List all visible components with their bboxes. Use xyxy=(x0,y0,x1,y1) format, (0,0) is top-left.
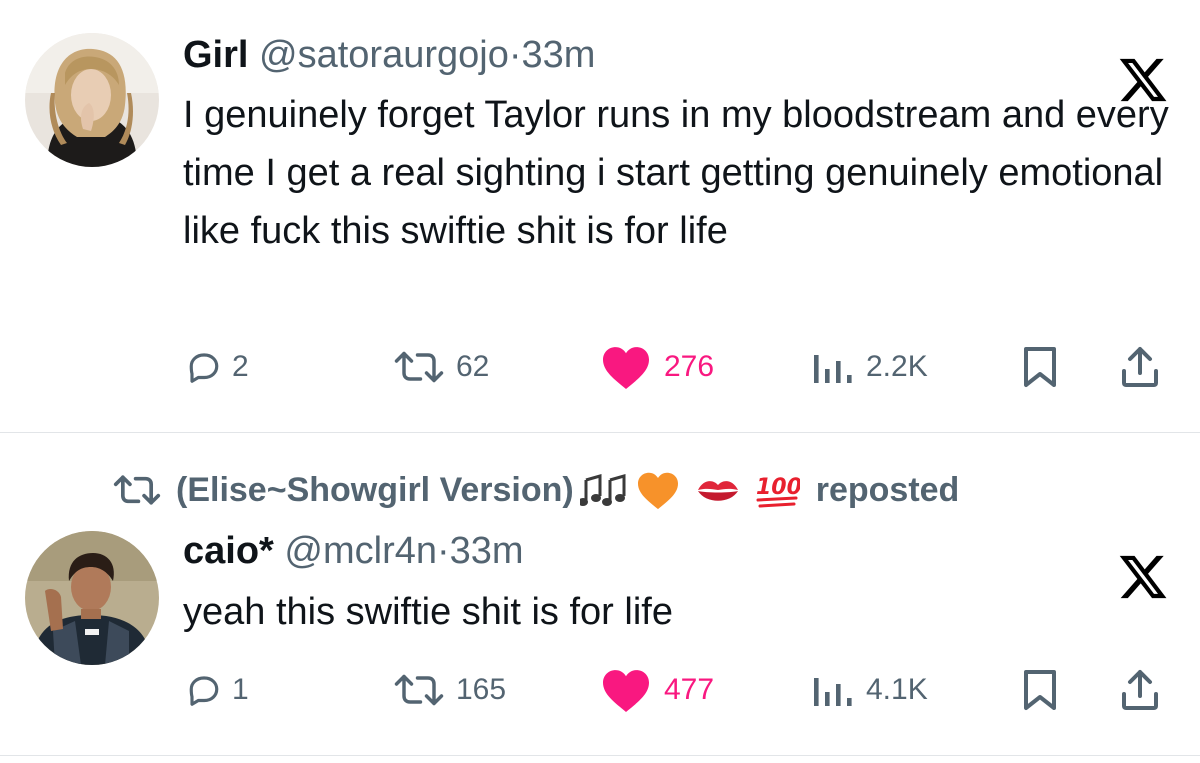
display-name[interactable]: caio* xyxy=(183,530,274,572)
reply-button[interactable]: 1 xyxy=(186,665,249,715)
bookmark-button[interactable] xyxy=(1020,342,1060,392)
views-count: 4.1K xyxy=(866,673,928,706)
repost-count: 165 xyxy=(456,673,507,706)
repost-context: (Elise~Showgirl Version) 100 reposted xyxy=(110,465,959,515)
share-icon xyxy=(1122,347,1158,387)
reply-count: 1 xyxy=(232,673,249,706)
tweet-text: yeah this swiftie shit is for life xyxy=(183,591,673,633)
reply-button[interactable]: 2 xyxy=(186,342,249,392)
heart-icon xyxy=(603,347,649,389)
share-icon xyxy=(1122,670,1158,710)
timestamp[interactable]: 33m xyxy=(450,530,524,572)
tweet[interactable]: Girl @satoraurgojo·33m I genuinely forge… xyxy=(0,0,1200,432)
bookmark-icon xyxy=(1024,347,1056,387)
action-bar: 2 62 276 2.2K xyxy=(0,342,1200,392)
tweet-text: I genuinely forget Taylor runs in my blo… xyxy=(183,94,1169,252)
reposter-name[interactable]: (Elise~Showgirl Version) xyxy=(176,471,574,510)
user-handle[interactable]: @mclr4n xyxy=(284,530,437,572)
views-chart-icon xyxy=(814,678,852,706)
tweet[interactable]: (Elise~Showgirl Version) 100 reposted ca… xyxy=(0,433,1200,755)
share-button[interactable] xyxy=(1118,342,1162,392)
repost-icon xyxy=(113,475,161,505)
reply-count: 2 xyxy=(232,350,249,383)
musical-notes-icon xyxy=(579,472,630,508)
avatar-image xyxy=(25,531,159,665)
like-count: 477 xyxy=(664,673,715,706)
views-count: 2.2K xyxy=(866,350,928,383)
reply-icon xyxy=(189,353,219,383)
like-count: 276 xyxy=(664,350,715,383)
repost-icon xyxy=(394,351,444,383)
reposted-label: reposted xyxy=(815,470,960,509)
repost-count: 62 xyxy=(456,350,490,383)
repost-button[interactable]: 165 xyxy=(392,665,506,715)
tweet-divider xyxy=(0,755,1200,756)
views-chart-icon xyxy=(814,355,852,383)
bookmark-button[interactable] xyxy=(1020,665,1060,715)
orange-heart-icon xyxy=(636,470,680,510)
display-name[interactable]: Girl xyxy=(183,34,248,76)
separator-dot: · xyxy=(436,530,450,572)
repost-icon xyxy=(394,674,444,706)
kiss-mark-icon xyxy=(694,472,742,508)
timestamp[interactable]: 33m xyxy=(522,34,596,76)
hundred-points-icon: 100 xyxy=(754,470,800,510)
heart-icon xyxy=(603,670,649,712)
views-button[interactable]: 2.2K xyxy=(808,342,928,392)
tweet-header: caio* @mclr4n·33m xyxy=(183,527,524,575)
user-handle[interactable]: @satoraurgojo xyxy=(259,34,509,76)
repost-button[interactable]: 62 xyxy=(392,342,489,392)
reply-icon xyxy=(189,676,219,706)
separator-dot: · xyxy=(508,34,522,76)
like-button[interactable]: 276 xyxy=(598,342,714,392)
action-bar: 1 165 477 4.1K xyxy=(0,665,1200,715)
avatar[interactable] xyxy=(25,531,159,665)
share-button[interactable] xyxy=(1118,665,1162,715)
tweet-header: Girl @satoraurgojo·33m xyxy=(183,31,595,79)
bookmark-icon xyxy=(1024,670,1056,710)
like-button[interactable]: 477 xyxy=(598,665,714,715)
avatar[interactable] xyxy=(25,33,159,167)
views-button[interactable]: 4.1K xyxy=(808,665,928,715)
svg-text:100: 100 xyxy=(756,475,800,500)
avatar-image xyxy=(25,33,159,167)
